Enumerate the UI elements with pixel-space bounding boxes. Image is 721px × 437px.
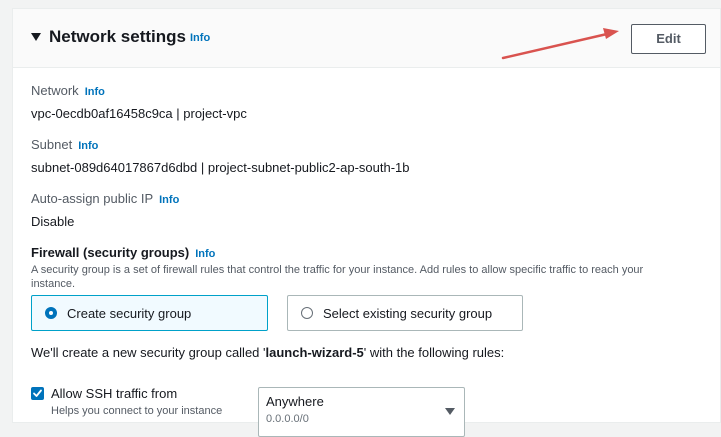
panel-header: Network settings Info Edit <box>13 9 720 68</box>
network-value: vpc-0ecdb0af16458c9ca | project-vpc <box>31 106 247 121</box>
security-group-name: launch-wizard-5 <box>265 345 364 360</box>
ssh-source-cidr: 0.0.0.0/0 <box>266 413 309 425</box>
subnet-label-text: Subnet <box>31 137 73 152</box>
network-label-text: Network <box>31 83 79 98</box>
caret-down-icon[interactable] <box>31 33 41 41</box>
note-prefix: We'll create a new security group called… <box>31 345 266 360</box>
panel-title[interactable]: Network settings <box>49 27 186 47</box>
subnet-value: subnet-089d64017867d6dbd | project-subne… <box>31 160 410 175</box>
allow-ssh-checkbox[interactable] <box>31 387 44 400</box>
select-existing-security-group-label: Select existing security group <box>323 306 493 321</box>
subnet-info-link[interactable]: Info <box>78 140 98 152</box>
create-security-group-label: Create security group <box>67 306 192 321</box>
public-ip-value: Disable <box>31 214 75 229</box>
title-info-link[interactable]: Info <box>190 32 210 44</box>
subnet-label: Subnet Info <box>31 137 98 152</box>
network-label: Network Info <box>31 83 105 98</box>
network-info-link[interactable]: Info <box>85 86 105 98</box>
network-settings-panel: Network settings Info Edit Network Info v… <box>12 8 721 437</box>
firewall-label: Firewall (security groups) Info <box>31 245 215 260</box>
create-security-group-option[interactable]: Create security group <box>31 295 268 331</box>
ssh-source-select[interactable]: Anywhere 0.0.0.0/0 <box>258 387 465 437</box>
allow-ssh-label[interactable]: Allow SSH traffic from <box>51 386 177 401</box>
public-ip-label-text: Auto-assign public IP <box>31 191 154 206</box>
radio-unselected-icon[interactable] <box>301 307 313 319</box>
security-group-note: We'll create a new security group called… <box>31 345 504 360</box>
edit-button[interactable]: Edit <box>631 24 706 54</box>
checkmark-icon <box>33 389 42 397</box>
public-ip-info-link[interactable]: Info <box>159 194 179 206</box>
chevron-down-icon <box>445 408 455 415</box>
firewall-label-text: Firewall (security groups) <box>31 245 190 260</box>
ssh-source-value: Anywhere <box>266 394 324 409</box>
select-existing-security-group-option[interactable]: Select existing security group <box>287 295 523 331</box>
radio-selected-icon[interactable] <box>45 307 57 319</box>
public-ip-label: Auto-assign public IP Info <box>31 191 179 206</box>
allow-ssh-help: Helps you connect to your instance <box>51 405 223 417</box>
firewall-info-link[interactable]: Info <box>195 248 215 260</box>
firewall-description: A security group is a set of firewall ru… <box>31 264 644 290</box>
note-suffix: ' with the following rules: <box>363 345 505 360</box>
